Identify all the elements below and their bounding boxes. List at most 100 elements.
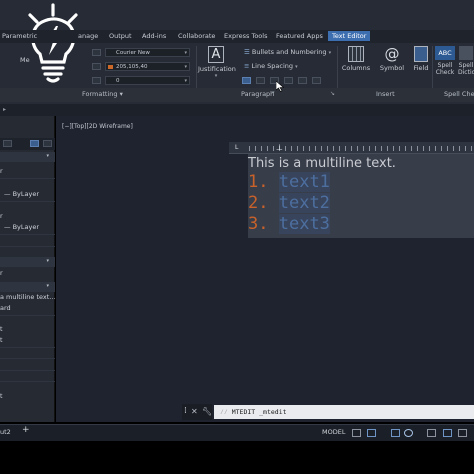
snap-icon[interactable]: [367, 429, 376, 437]
palette-section-header[interactable]: ▾: [0, 152, 55, 162]
color-value: 205,105,40: [116, 64, 148, 70]
mtext-first-line[interactable]: This is a multiline text.: [248, 156, 396, 171]
ortho-icon[interactable]: [391, 429, 400, 437]
chevron-down-icon: ▾: [295, 64, 298, 70]
mtext-editor[interactable]: L ⊥ This is a multiline text. 1. text1 2…: [229, 142, 474, 238]
viewport-controls[interactable]: [−][Top][2D Wireframe]: [62, 123, 133, 130]
font-dropdown[interactable]: Courier New ▾: [105, 48, 190, 57]
symbol-label: Symbol: [379, 64, 405, 72]
color-dropdown[interactable]: 205,105,40 ▾: [105, 62, 190, 71]
palette-row[interactable]: r: [0, 212, 55, 223]
item-text[interactable]: text2: [278, 193, 330, 213]
command-input[interactable]: ⁄⁄ MTEDIT _mtedit: [214, 405, 474, 419]
columns-button[interactable]: Columns: [339, 46, 373, 72]
tab-featured-apps[interactable]: Featured Apps: [276, 32, 323, 40]
justification-button[interactable]: A Justification ▾: [198, 46, 236, 79]
mtext-content[interactable]: This is a multiline text. 1. text1 2. te…: [248, 154, 474, 238]
palette-row-lineweight[interactable]: — ByLayer: [0, 223, 55, 234]
item-text[interactable]: text3: [278, 214, 330, 234]
tab-collaborate[interactable]: Collaborate: [178, 32, 215, 40]
dialog-launcher-icon[interactable]: ↘: [330, 90, 335, 97]
chevron-down-icon: ▾: [46, 258, 49, 264]
symbol-button[interactable]: @ Symbol: [376, 46, 408, 72]
palette-divider: [0, 358, 55, 359]
paragraph-panel-label[interactable]: Paragraph: [241, 90, 274, 98]
palette-divider: [0, 178, 55, 179]
palette-section-header[interactable]: ▾: [0, 257, 55, 267]
spell-check-label-2: Check: [435, 69, 455, 76]
object-snap-icon[interactable]: [443, 429, 452, 437]
dictionaries-label-2: Dictio: [458, 69, 474, 76]
menu-icon[interactable]: ▸: [3, 106, 6, 113]
distribute-icon[interactable]: [298, 77, 307, 84]
grid-icon[interactable]: [352, 429, 361, 437]
polar-tracking-icon[interactable]: [404, 429, 413, 437]
chevron-down-icon[interactable]: ▾: [272, 90, 275, 96]
tab-manage[interactable]: anage: [78, 32, 98, 40]
dictionary-icon: [459, 46, 473, 60]
bullets-numbering-button[interactable]: ☰ Bullets and Numbering ▾: [244, 48, 336, 58]
close-icon[interactable]: ✕: [191, 407, 198, 416]
numbered-item[interactable]: 3. text3: [248, 214, 330, 234]
palette-row[interactable]: t: [0, 325, 55, 336]
palette-divider: [0, 381, 55, 382]
oblique-field[interactable]: 0 ▾: [105, 76, 190, 85]
numbered-item[interactable]: 2. text2: [248, 193, 330, 213]
tab-text-editor[interactable]: Text Editor: [328, 31, 371, 41]
palette-row-contents[interactable]: a multiline text...: [0, 293, 55, 304]
command-line-grip[interactable]: ⁞ ✕ 🔧︎: [182, 404, 212, 420]
quick-select-icon[interactable]: [30, 140, 39, 147]
palette-divider: [0, 201, 55, 202]
italic-icon[interactable]: [92, 63, 101, 70]
palette-section-header[interactable]: ▾: [0, 282, 55, 292]
indent-marker-icon[interactable]: ⊥: [276, 143, 283, 152]
chevron-down-icon: ▾: [46, 283, 49, 289]
grip-icon[interactable]: ⁞: [184, 406, 187, 416]
tab-stop-icon[interactable]: L: [235, 144, 238, 151]
wrench-icon[interactable]: 🔧︎: [202, 407, 212, 416]
justify-icon[interactable]: [284, 77, 293, 84]
item-text[interactable]: text1: [278, 172, 330, 192]
lightbulb-icon: [18, 2, 88, 84]
spell-check-button[interactable]: ABC Spell Check: [434, 46, 456, 76]
tab-add-ins[interactable]: Add-ins: [142, 32, 166, 40]
columns-label: Columns: [341, 64, 371, 72]
model-space-button[interactable]: MODEL: [322, 428, 345, 436]
isodraft-icon[interactable]: [427, 429, 436, 437]
tab-output[interactable]: Output: [109, 32, 132, 40]
command-text: MTEDIT _mtedit: [231, 408, 287, 416]
palette-row[interactable]: r: [0, 269, 55, 280]
palette-divider: [0, 315, 55, 316]
match-button[interactable]: Me: [20, 56, 30, 64]
palette-row-style[interactable]: ard: [0, 304, 55, 315]
columns-icon: [348, 46, 364, 62]
dictionaries-button[interactable]: Spell Dictio: [458, 46, 474, 76]
abc-check-icon: ABC: [435, 46, 455, 60]
pickadd-icon[interactable]: [43, 140, 52, 147]
text-ruler[interactable]: L ⊥: [229, 142, 474, 154]
line-spacing-button[interactable]: ≡ Line Spacing ▾: [244, 62, 314, 72]
palette-row[interactable]: r: [0, 167, 55, 178]
paragraph-icon[interactable]: [312, 77, 321, 84]
underline-icon[interactable]: [92, 77, 101, 84]
align-center-icon[interactable]: [256, 77, 265, 84]
numbered-item[interactable]: 1. text1: [248, 172, 330, 192]
formatting-panel-label[interactable]: Formatting ▾: [82, 90, 123, 98]
tab-parametric[interactable]: Parametric: [2, 32, 37, 40]
palette-row-linetype[interactable]: — ByLayer: [0, 190, 55, 201]
palette-divider: [0, 234, 55, 235]
bold-icon[interactable]: [92, 49, 101, 56]
chevron-down-icon: ▾: [184, 78, 187, 84]
command-prompt-icon: ⁄⁄: [220, 408, 228, 416]
add-layout-button[interactable]: +: [22, 425, 30, 435]
lineweight-icon[interactable]: [458, 429, 467, 437]
field-button[interactable]: Field: [409, 46, 433, 72]
item-number: 1.: [248, 172, 269, 192]
palette-row[interactable]: t: [0, 336, 55, 347]
palette-row[interactable]: t: [0, 392, 55, 403]
layout-tab[interactable]: ut2: [0, 428, 11, 436]
align-left-icon[interactable]: [242, 77, 251, 84]
list-icon: ☰: [244, 48, 250, 56]
tab-express-tools[interactable]: Express Tools: [224, 32, 267, 40]
select-objects-icon[interactable]: [3, 140, 12, 147]
